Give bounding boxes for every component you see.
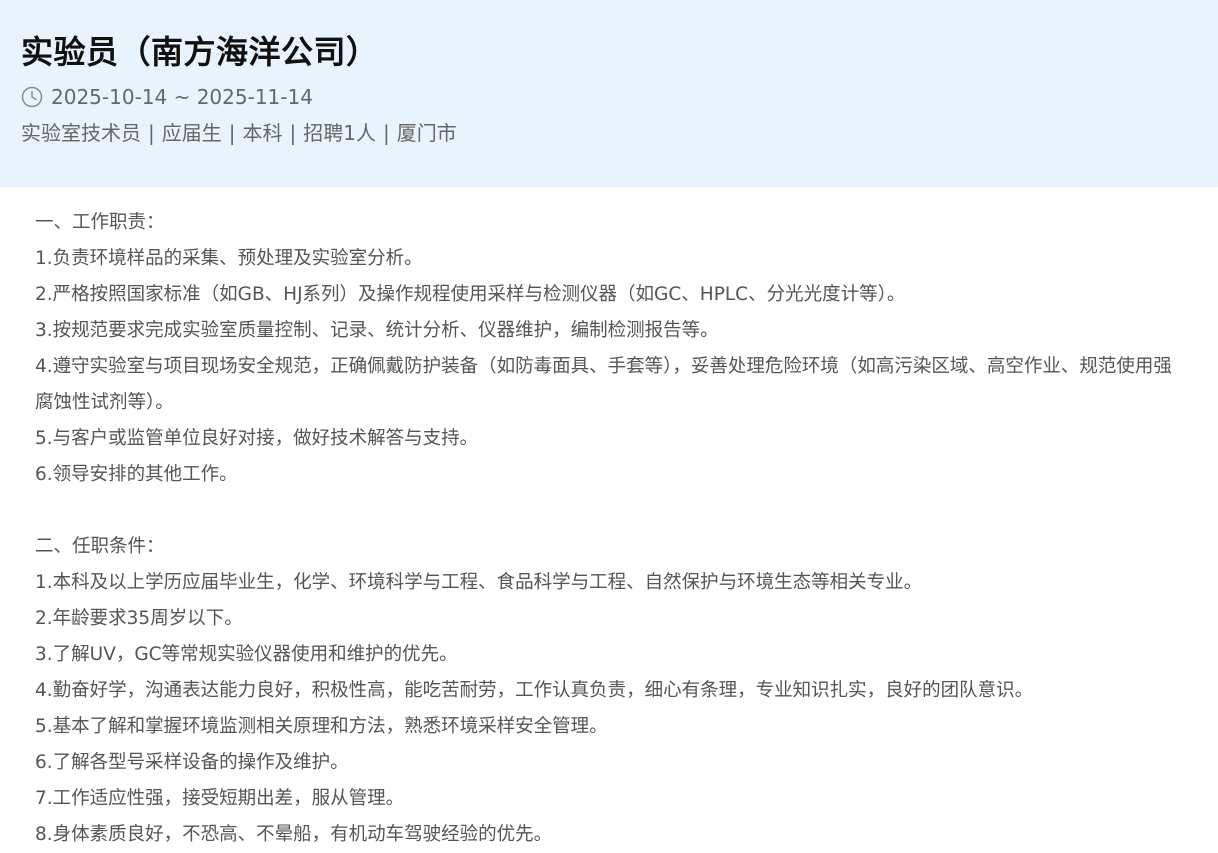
requirement-item: 2.年龄要求35周岁以下。 (35, 608, 243, 629)
job-description: 一、工作职责： 1.负责环境样品的采集、预处理及实验室分析。 2.严格按照国家标… (0, 187, 1218, 853)
duty-item: 6.领导安排的其他工作。 (35, 464, 238, 485)
meta-city: 厦门市 (396, 121, 457, 145)
job-title: 实验员（南方海洋公司） (21, 33, 379, 71)
requirements-heading: 二、任职条件： (35, 536, 165, 557)
duty-item: 2.严格按照国家标准（如GB、HJ系列）及操作规程使用采样与检测仪器（如GC、H… (35, 284, 906, 305)
meta-separator: | (148, 121, 155, 145)
meta-separator: | (228, 121, 236, 145)
requirement-item: 5.基本了解和掌握环境监测相关原理和方法，熟悉环境采样安全管理。 (35, 716, 608, 737)
duty-item: 4.遵守实验室与项目现场安全规范，正确佩戴防护装备（如防毒面具、手套等），妥善处… (35, 356, 1172, 413)
job-header: 实验员（南方海洋公司） 2025-10-14 ~ 2025-11-14 实验室技… (0, 0, 1218, 187)
duty-item: 1.负责环境样品的采集、预处理及实验室分析。 (35, 248, 423, 269)
date-row: 2025-10-14 ~ 2025-11-14 (21, 83, 1197, 111)
requirement-item: 4.勤奋好学，沟通表达能力良好，积极性高，能吃苦耐劳，工作认真负责，细心有条理，… (35, 680, 1034, 701)
requirement-item: 1.本科及以上学历应届毕业生，化学、环境科学与工程、食品科学与工程、自然保护与环… (35, 572, 923, 593)
meta-separator: | (382, 121, 390, 145)
meta-headcount: 招聘1人 (303, 121, 376, 145)
meta-education: 本科 (242, 121, 283, 145)
meta-separator: | (289, 121, 297, 145)
duty-item: 5.与客户或监管单位良好对接，做好技术解答与支持。 (35, 428, 479, 449)
meta-experience: 应届生 (161, 121, 222, 145)
meta-position: 实验室技术员 (21, 121, 141, 145)
job-meta: 实验室技术员 | 应届生 | 本科 | 招聘1人 | 厦门市 (21, 119, 1197, 147)
requirement-item: 8.身体素质良好，不恐高、不晕船，有机动车驾驶经验的优先。 (35, 824, 553, 845)
date-range: 2025-10-14 ~ 2025-11-14 (51, 85, 313, 109)
requirement-item: 6.了解各型号采样设备的操作及维护。 (35, 752, 349, 773)
clock-icon (21, 86, 43, 108)
duties-heading: 一、工作职责： (35, 212, 165, 233)
duty-item: 3.按规范要求完成实验室质量控制、记录、统计分析、仪器维护，编制检测报告等。 (35, 320, 719, 341)
requirement-item: 3.了解UV，GC等常规实验仪器使用和维护的优先。 (35, 644, 458, 665)
requirement-item: 7.工作适应性强，接受短期出差，服从管理。 (35, 788, 405, 809)
